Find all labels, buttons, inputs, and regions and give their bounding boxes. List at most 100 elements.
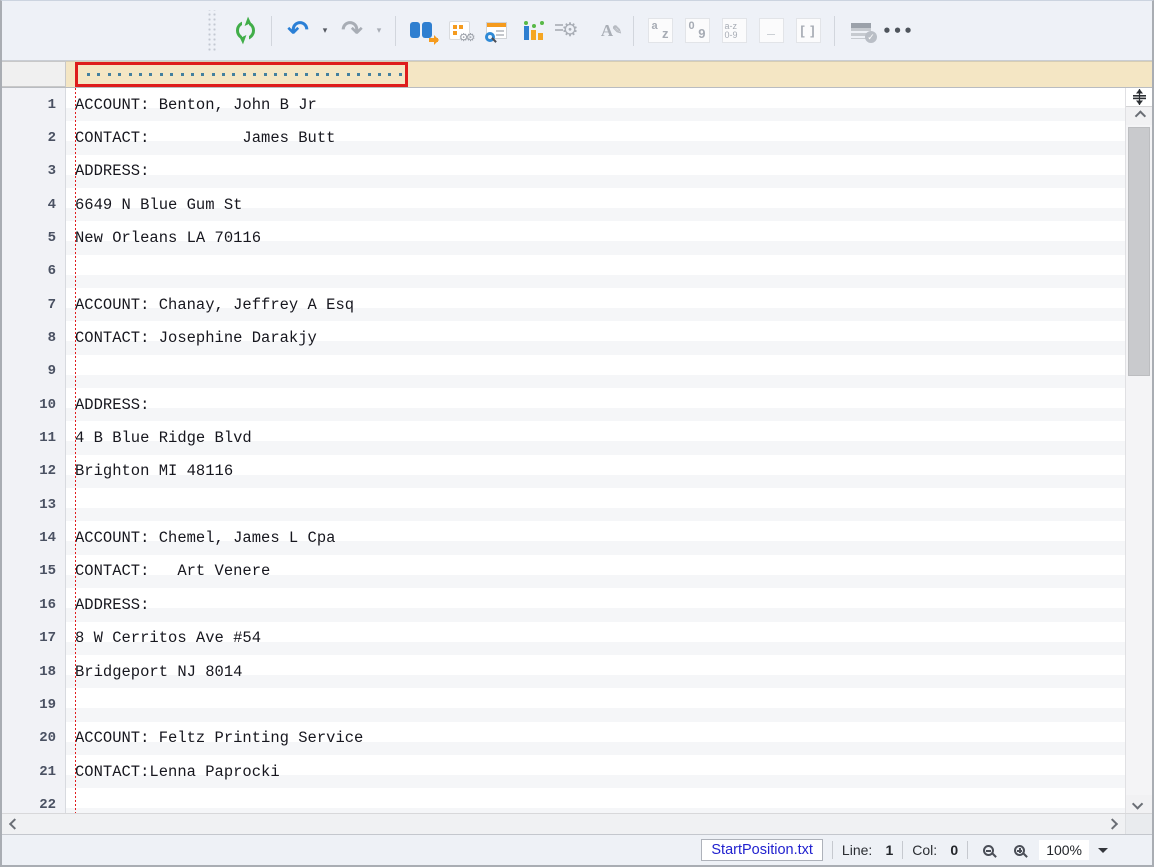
scroll-right-button[interactable] <box>1099 814 1123 834</box>
editor-row[interactable]: 14ACCOUNT: Chemel, James L Cpa <box>2 521 1125 554</box>
editor-rows[interactable]: 1ACCOUNT: Benton, John B Jr2CONTACT: Jam… <box>2 88 1125 813</box>
editor-row[interactable]: 46649 N Blue Gum St <box>2 188 1125 221</box>
editor-row[interactable]: 13 <box>2 488 1125 521</box>
code-line[interactable] <box>66 355 1125 388</box>
code-line[interactable]: 6649 N Blue Gum St <box>66 188 1125 221</box>
code-line[interactable]: ADDRESS: <box>66 588 1125 621</box>
editor-row[interactable]: 178 W Cerritos Ave #54 <box>2 622 1125 655</box>
code-line[interactable]: CONTACT: Josephine Darakjy <box>66 321 1125 354</box>
line-number[interactable]: 17 <box>2 622 66 655</box>
line-number[interactable]: 20 <box>2 722 66 755</box>
line-number[interactable]: 19 <box>2 688 66 721</box>
editor-row[interactable]: 18Bridgeport NJ 8014 <box>2 655 1125 688</box>
toolbar-grip[interactable] <box>206 10 216 52</box>
ruler[interactable] <box>66 61 1152 87</box>
editor-row[interactable]: 5New Orleans LA 70116 <box>2 221 1125 254</box>
line-number[interactable]: 22 <box>2 788 66 813</box>
editor-row[interactable]: 19 <box>2 688 1125 721</box>
code-line[interactable]: New Orleans LA 70116 <box>66 221 1125 254</box>
horizontal-scrollbar[interactable] <box>2 813 1152 834</box>
redo-dropdown-button[interactable]: ▾ <box>373 15 385 47</box>
zoom-in-button[interactable] <box>1008 839 1030 861</box>
line-number[interactable]: 10 <box>2 388 66 421</box>
line-number[interactable]: 14 <box>2 521 66 554</box>
vertical-scroll-thumb[interactable] <box>1128 127 1150 376</box>
editor-row[interactable]: 12Brighton MI 48116 <box>2 455 1125 488</box>
editor-row[interactable]: 8CONTACT: Josephine Darakjy <box>2 321 1125 354</box>
line-number[interactable]: 7 <box>2 288 66 321</box>
line-number[interactable]: 9 <box>2 355 66 388</box>
editor-row[interactable]: 20ACCOUNT: Feltz Printing Service <box>2 722 1125 755</box>
code-line[interactable]: ADDRESS: <box>66 388 1125 421</box>
zoom-level[interactable]: 100% <box>1039 840 1089 860</box>
editor-row[interactable]: 22 <box>2 788 1125 813</box>
code-line[interactable]: Bridgeport NJ 8014 <box>66 655 1125 688</box>
editor-area[interactable]: 1ACCOUNT: Benton, John B Jr2CONTACT: Jam… <box>2 88 1152 813</box>
editor-row[interactable]: 6 <box>2 255 1125 288</box>
code-line[interactable] <box>66 255 1125 288</box>
line-number[interactable]: 18 <box>2 655 66 688</box>
code-line[interactable] <box>66 488 1125 521</box>
line-number[interactable]: 1 <box>2 88 66 121</box>
batch-process-button[interactable]: ⚙ <box>554 15 586 47</box>
line-number[interactable]: 3 <box>2 155 66 188</box>
sort-numeric-button[interactable]: 0 9 <box>681 15 713 47</box>
code-line[interactable]: ACCOUNT: Chanay, Jeffrey A Esq <box>66 288 1125 321</box>
code-line[interactable]: ACCOUNT: Chemel, James L Cpa <box>66 521 1125 554</box>
line-number[interactable]: 4 <box>2 188 66 221</box>
line-number[interactable]: 5 <box>2 221 66 254</box>
editor-row[interactable]: 21CONTACT:Lenna Paprocki <box>2 755 1125 788</box>
scroll-left-button[interactable] <box>4 814 28 834</box>
code-line[interactable]: CONTACT: James Butt <box>66 121 1125 154</box>
redo-button[interactable]: ↷ <box>336 15 368 47</box>
macro-options-button[interactable]: ⚙⚙ <box>443 15 475 47</box>
sort-alphanumeric-button[interactable]: a-z 0-9 <box>718 15 750 47</box>
code-line[interactable]: CONTACT:Lenna Paprocki <box>66 755 1125 788</box>
code-line[interactable]: ACCOUNT: Benton, John B Jr <box>66 88 1125 121</box>
line-number[interactable]: 16 <box>2 588 66 621</box>
undo-button[interactable]: ↶ <box>282 15 314 47</box>
statistics-button[interactable] <box>517 15 549 47</box>
find-in-document-button[interactable] <box>480 15 512 47</box>
code-line[interactable]: 8 W Cerritos Ave #54 <box>66 622 1125 655</box>
font-style-button[interactable]: A ✎ <box>591 15 623 47</box>
more-button[interactable]: ••• <box>882 15 914 47</box>
editor-row[interactable]: 114 B Blue Ridge Blvd <box>2 421 1125 454</box>
code-line[interactable]: CONTACT: Art Venere <box>66 555 1125 588</box>
editor-row[interactable]: 7ACCOUNT: Chanay, Jeffrey A Esq <box>2 288 1125 321</box>
underscore-button[interactable]: _ <box>755 15 787 47</box>
line-number[interactable]: 13 <box>2 488 66 521</box>
line-number[interactable]: 12 <box>2 455 66 488</box>
split-window-handle[interactable] <box>1126 88 1152 107</box>
line-number[interactable]: 21 <box>2 755 66 788</box>
ruler-marker-box[interactable] <box>75 62 408 87</box>
code-line[interactable]: ACCOUNT: Feltz Printing Service <box>66 722 1125 755</box>
line-number[interactable]: 11 <box>2 421 66 454</box>
validate-list-button[interactable]: ✓ <box>845 15 877 47</box>
scroll-down-button[interactable] <box>1126 795 1152 813</box>
editor-row[interactable]: 1ACCOUNT: Benton, John B Jr <box>2 88 1125 121</box>
code-line[interactable]: 4 B Blue Ridge Blvd <box>66 421 1125 454</box>
zoom-dropdown-icon[interactable] <box>1098 848 1108 858</box>
line-number[interactable]: 15 <box>2 555 66 588</box>
editor-row[interactable]: 10ADDRESS: <box>2 388 1125 421</box>
zoom-out-button[interactable] <box>977 839 999 861</box>
filename-badge[interactable]: StartPosition.txt <box>701 839 823 861</box>
vertical-scrollbar[interactable] <box>1125 88 1152 813</box>
undo-dropdown-button[interactable]: ▾ <box>319 15 331 47</box>
sort-az-button[interactable]: a z <box>644 15 676 47</box>
line-number[interactable]: 2 <box>2 121 66 154</box>
vertical-scroll-track[interactable] <box>1126 125 1152 795</box>
brackets-button[interactable]: [ ] <box>792 15 824 47</box>
scroll-up-button[interactable] <box>1126 107 1152 125</box>
editor-row[interactable]: 9 <box>2 355 1125 388</box>
line-number[interactable]: 6 <box>2 255 66 288</box>
line-number[interactable]: 8 <box>2 321 66 354</box>
editor-row[interactable]: 2CONTACT: James Butt <box>2 121 1125 154</box>
find-button[interactable] <box>406 15 438 47</box>
code-line[interactable]: ADDRESS: <box>66 155 1125 188</box>
code-line[interactable]: Brighton MI 48116 <box>66 455 1125 488</box>
editor-row[interactable]: 15CONTACT: Art Venere <box>2 555 1125 588</box>
editor-row[interactable]: 16ADDRESS: <box>2 588 1125 621</box>
refresh-button[interactable] <box>229 15 261 47</box>
